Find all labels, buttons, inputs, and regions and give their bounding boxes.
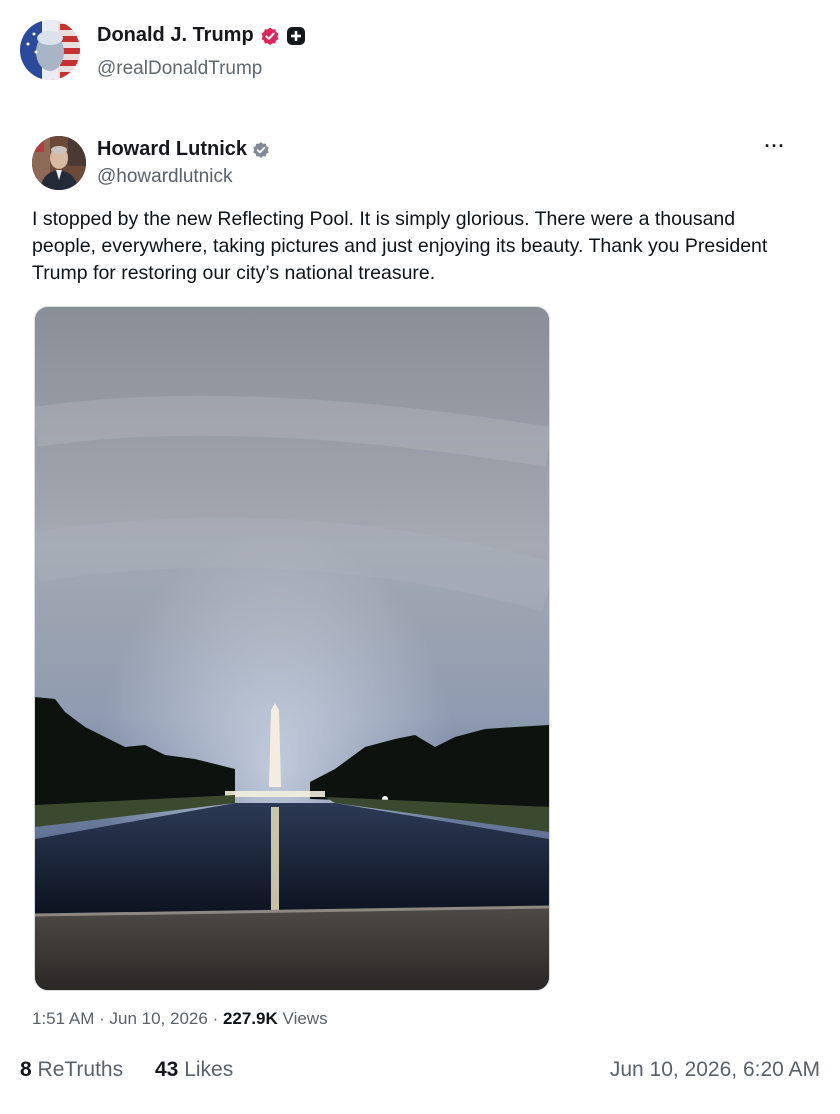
post-text: I stopped by the new Reflecting Pool. It…	[32, 208, 768, 284]
post-header: Donald J. Trump @realDonaldTrump	[18, 20, 818, 84]
likes-label: Likes	[184, 1058, 234, 1081]
retruths-count: 8	[20, 1058, 32, 1081]
author-handle[interactable]: @realDonaldTrump	[97, 58, 262, 80]
quoted-author-handle[interactable]: @howardlutnick	[97, 166, 232, 188]
quoted-author-name[interactable]: Howard Lutnick	[97, 138, 247, 161]
views-count: 227.9K	[222, 1009, 278, 1028]
reflecting-pool-image	[35, 307, 549, 990]
more-options-icon[interactable]: ···	[760, 136, 790, 160]
likes-stat[interactable]: 43 Likes	[155, 1058, 233, 1082]
verified-badge-icon	[260, 26, 280, 46]
post-time[interactable]: 1:51 AM	[32, 1009, 94, 1028]
quoted-avatar[interactable]	[32, 136, 86, 190]
post-timestamp[interactable]: Jun 10, 2026, 6:20 AM	[610, 1058, 820, 1082]
retruths-stat[interactable]: 8 ReTruths	[20, 1058, 123, 1082]
post-meta: 1:51 AM · Jun 10, 2026 · 227.9K Views	[32, 1009, 328, 1029]
views-label: Views	[282, 1009, 328, 1028]
avatar-image	[20, 20, 80, 80]
avatar[interactable]	[20, 20, 80, 80]
post-photo[interactable]	[34, 306, 550, 991]
post-footer: 8 ReTruths 43 Likes Jun 10, 2026, 6:20 A…	[20, 1058, 820, 1086]
author-name[interactable]: Donald J. Trump	[97, 24, 254, 47]
separator: ·	[212, 1009, 219, 1028]
quoted-avatar-image	[32, 136, 86, 190]
author-name-row: Donald J. Trump	[97, 24, 306, 47]
plus-square-icon	[286, 26, 306, 46]
separator: ·	[99, 1009, 105, 1028]
post-date[interactable]: Jun 10, 2026	[110, 1009, 208, 1028]
quoted-author-name-row: Howard Lutnick	[97, 138, 270, 161]
likes-count: 43	[155, 1058, 179, 1081]
retruths-label: ReTruths	[37, 1058, 124, 1081]
verified-check-icon	[252, 141, 270, 159]
